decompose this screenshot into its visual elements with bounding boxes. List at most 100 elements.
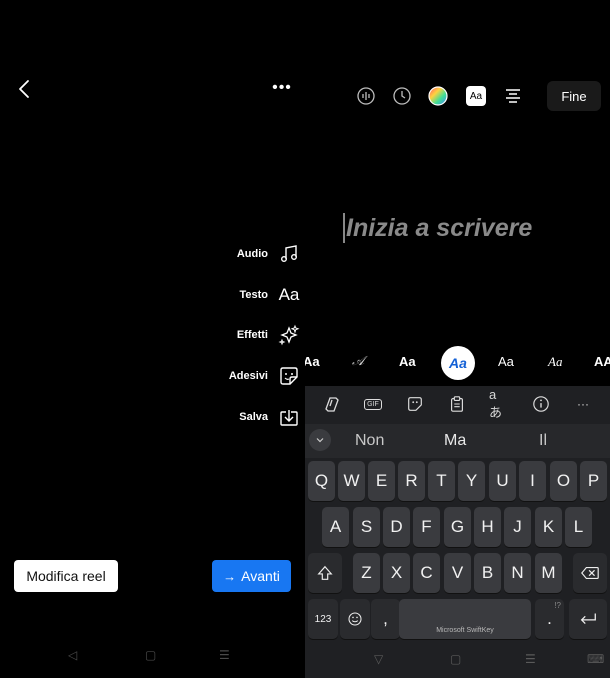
key-b[interactable]: B	[474, 553, 501, 593]
tool-adesivi[interactable]: Adesivi	[200, 361, 300, 391]
arrow-right-icon: →	[223, 568, 237, 584]
key-k[interactable]: K	[535, 507, 562, 547]
keyboard-toolbar: GIF aあ ···	[305, 386, 610, 422]
key-o[interactable]: O	[550, 461, 577, 501]
sparkles-icon	[278, 324, 300, 346]
sticker-icon[interactable]	[405, 394, 425, 414]
key-l[interactable]: L	[565, 507, 592, 547]
timer-icon[interactable]	[392, 86, 412, 106]
key-d[interactable]: D	[383, 507, 410, 547]
period-label: .	[547, 609, 552, 628]
font-option[interactable]: Aa	[399, 354, 416, 369]
text-placeholder: Inizia a scrivere	[346, 213, 533, 242]
tool-audio-label: Audio	[236, 248, 268, 260]
info-icon[interactable]	[531, 394, 551, 414]
font-option[interactable]: 𝒜	[352, 354, 364, 369]
key-v[interactable]: V	[444, 553, 471, 593]
suggestion[interactable]: Ma	[444, 432, 466, 450]
key-e[interactable]: E	[368, 461, 395, 501]
clipboard-icon[interactable]	[447, 394, 467, 414]
backspace-icon	[581, 566, 599, 580]
edit-reel-button[interactable]: Modifica reel	[14, 560, 118, 592]
tool-testo[interactable]: Testo Aa	[200, 280, 300, 310]
tool-audio[interactable]: Audio	[200, 239, 300, 269]
download-icon	[278, 406, 300, 428]
more-icon[interactable]: ···	[573, 394, 593, 414]
gif-icon[interactable]: GIF	[363, 394, 383, 414]
key-q[interactable]: Q	[308, 461, 335, 501]
key-i[interactable]: I	[519, 461, 546, 501]
next-button[interactable]: → Avanti	[212, 560, 291, 592]
key-h[interactable]: H	[474, 507, 501, 547]
key-n[interactable]: N	[504, 553, 531, 593]
tool-salva[interactable]: Salva	[200, 402, 300, 432]
sticker-icon	[278, 365, 300, 387]
font-option[interactable]: AA	[594, 354, 610, 369]
tool-effetti-label: Effetti	[236, 329, 268, 341]
keyboard: GIF aあ ··· Non Ma Il Q W E R T Y U I O P…	[305, 386, 610, 678]
nav-home-icon[interactable]: ▢	[450, 652, 461, 666]
key-a[interactable]: A	[322, 507, 349, 547]
period-key[interactable]: !? .	[535, 599, 564, 639]
back-arrow-icon[interactable]	[14, 78, 36, 100]
shift-icon	[317, 565, 333, 580]
nav-recents-icon[interactable]: ☰	[525, 652, 536, 666]
chevron-down-icon[interactable]	[309, 429, 331, 451]
key-r[interactable]: R	[398, 461, 425, 501]
comma-key[interactable]: ,	[371, 599, 400, 639]
emoji-icon	[348, 612, 362, 626]
font-picker: Aa 𝒜 Aa Aa Aa Aa AA	[305, 346, 610, 380]
tool-testo-label: Testo	[239, 289, 268, 301]
backspace-key[interactable]	[573, 553, 607, 593]
suggestion-bar: Non Ma Il	[305, 424, 610, 458]
alt-symbols-hint: !?	[554, 601, 561, 610]
key-g[interactable]: G	[444, 507, 471, 547]
copilot-icon[interactable]	[322, 394, 342, 414]
space-key[interactable]: Microsoft SwiftKey	[399, 599, 531, 639]
align-center-icon[interactable]	[503, 86, 523, 106]
keyboard-switch-icon[interactable]: ⌨	[587, 652, 604, 666]
key-z[interactable]: Z	[353, 553, 380, 593]
key-t[interactable]: T	[428, 461, 455, 501]
voice-icon[interactable]	[356, 86, 376, 106]
more-options-icon[interactable]: •••	[272, 80, 292, 96]
font-option[interactable]: Aa	[548, 354, 562, 370]
text-aa-icon: Aa	[278, 285, 300, 304]
emoji-key[interactable]	[340, 599, 370, 639]
key-u[interactable]: U	[489, 461, 516, 501]
tool-salva-label: Salva	[239, 411, 268, 423]
font-option[interactable]: Aa	[305, 354, 320, 369]
key-w[interactable]: W	[338, 461, 365, 501]
key-f[interactable]: F	[413, 507, 440, 547]
font-option-selected[interactable]: Aa	[441, 346, 475, 380]
text-style-icon[interactable]: Aa	[466, 86, 486, 106]
nav-home-icon[interactable]: ▢	[145, 648, 156, 662]
nav-recents-icon[interactable]: ☰	[219, 648, 230, 662]
reel-editor-pane: ••• Audio Testo Aa Effetti Adesivi Salva…	[0, 0, 305, 678]
key-p[interactable]: P	[580, 461, 607, 501]
enter-key[interactable]	[569, 599, 607, 639]
tool-adesivi-label: Adesivi	[228, 370, 268, 382]
next-button-label: Avanti	[241, 568, 280, 584]
music-note-icon	[278, 243, 300, 265]
translate-icon[interactable]: aあ	[489, 387, 509, 420]
suggestion[interactable]: Il	[539, 432, 547, 450]
numbers-key[interactable]: 123	[308, 599, 338, 639]
text-input-area[interactable]: Inizia a scrivere	[343, 212, 532, 244]
font-option[interactable]: Aa	[498, 354, 514, 369]
key-j[interactable]: J	[504, 507, 531, 547]
key-c[interactable]: C	[413, 553, 440, 593]
shift-key[interactable]	[308, 553, 342, 593]
system-nav-bar: ◁ ▢ ☰	[0, 648, 305, 672]
key-s[interactable]: S	[353, 507, 380, 547]
key-x[interactable]: X	[383, 553, 410, 593]
nav-back-icon[interactable]: ▽	[374, 652, 383, 666]
tool-effetti[interactable]: Effetti	[200, 320, 300, 350]
done-button[interactable]: Fine	[547, 81, 601, 111]
key-y[interactable]: Y	[458, 461, 485, 501]
color-wheel-icon[interactable]	[428, 86, 448, 106]
nav-back-icon[interactable]: ◁	[68, 648, 77, 662]
suggestion[interactable]: Non	[355, 432, 384, 450]
enter-icon	[580, 613, 596, 624]
key-m[interactable]: M	[535, 553, 562, 593]
